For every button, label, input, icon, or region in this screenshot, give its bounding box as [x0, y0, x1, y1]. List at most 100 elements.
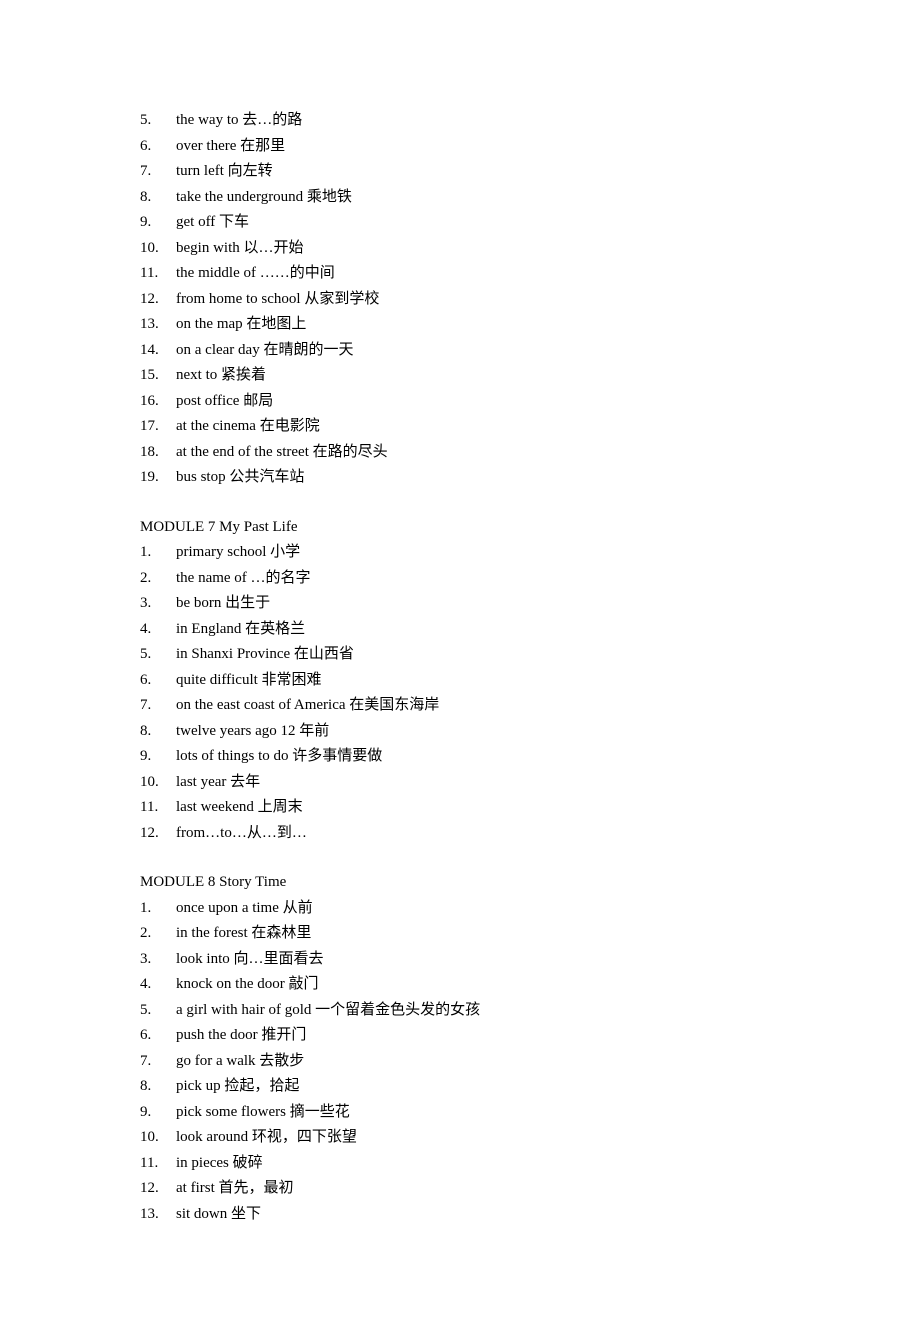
item-number: 13. [140, 312, 176, 338]
list-item: 7.turn left 向左转 [140, 159, 780, 185]
item-text: get off 下车 [176, 210, 780, 236]
list-item: 11.the middle of ……的中间 [140, 261, 780, 287]
item-text: on the map 在地图上 [176, 312, 780, 338]
item-number: 10. [140, 1125, 176, 1151]
item-number: 7. [140, 1049, 176, 1075]
item-text: in England 在英格兰 [176, 617, 780, 643]
item-number: 3. [140, 591, 176, 617]
list-item: 10.begin with 以…开始 [140, 236, 780, 262]
list-item: 18.at the end of the street 在路的尽头 [140, 440, 780, 466]
item-text: bus stop 公共汽车站 [176, 465, 780, 491]
list-item: 2.the name of …的名字 [140, 566, 780, 592]
item-number: 19. [140, 465, 176, 491]
list-item: 5.in Shanxi Province 在山西省 [140, 642, 780, 668]
list-item: 8.take the underground 乘地铁 [140, 185, 780, 211]
list-item: 9.pick some flowers 摘一些花 [140, 1100, 780, 1126]
item-number: 2. [140, 566, 176, 592]
item-text: on the east coast of America 在美国东海岸 [176, 693, 780, 719]
item-text: the name of …的名字 [176, 566, 780, 592]
item-text: look into 向…里面看去 [176, 947, 780, 973]
item-number: 16. [140, 389, 176, 415]
item-number: 5. [140, 642, 176, 668]
item-text: at the cinema 在电影院 [176, 414, 780, 440]
list-item: 10.look around 环视，四下张望 [140, 1125, 780, 1151]
item-text: knock on the door 敲门 [176, 972, 780, 998]
list-item: 2.in the forest 在森林里 [140, 921, 780, 947]
item-text: in Shanxi Province 在山西省 [176, 642, 780, 668]
item-number: 6. [140, 134, 176, 160]
list-item: 16.post office 邮局 [140, 389, 780, 415]
list-item: 5.the way to 去…的路 [140, 108, 780, 134]
item-number: 12. [140, 1176, 176, 1202]
item-number: 17. [140, 414, 176, 440]
item-number: 4. [140, 972, 176, 998]
item-number: 12. [140, 821, 176, 847]
item-text: primary school 小学 [176, 540, 780, 566]
list-item: 17.at the cinema 在电影院 [140, 414, 780, 440]
item-number: 9. [140, 1100, 176, 1126]
item-text: on a clear day 在晴朗的一天 [176, 338, 780, 364]
module-title: MODULE 8 Story Time [140, 870, 780, 896]
list-item: 4.in England 在英格兰 [140, 617, 780, 643]
item-text: pick some flowers 摘一些花 [176, 1100, 780, 1126]
list-item: 1.primary school 小学 [140, 540, 780, 566]
list-item: 4.knock on the door 敲门 [140, 972, 780, 998]
list-item: 3.be born 出生于 [140, 591, 780, 617]
item-number: 6. [140, 1023, 176, 1049]
item-number: 1. [140, 896, 176, 922]
item-number: 5. [140, 108, 176, 134]
list-item: 6.push the door 推开门 [140, 1023, 780, 1049]
item-text: look around 环视，四下张望 [176, 1125, 780, 1151]
list-item: 11.last weekend 上周末 [140, 795, 780, 821]
module-title: MODULE 7 My Past Life [140, 515, 780, 541]
item-text: go for a walk 去散步 [176, 1049, 780, 1075]
list-item: 9.get off 下车 [140, 210, 780, 236]
item-number: 5. [140, 998, 176, 1024]
list-item: 8.pick up 捡起，拾起 [140, 1074, 780, 1100]
list-item: 13.sit down 坐下 [140, 1202, 780, 1228]
list-item: 5.a girl with hair of gold 一个留着金色头发的女孩 [140, 998, 780, 1024]
list-item: 15.next to 紧挨着 [140, 363, 780, 389]
item-number: 11. [140, 795, 176, 821]
item-text: the way to 去…的路 [176, 108, 780, 134]
item-text: take the underground 乘地铁 [176, 185, 780, 211]
list-item: 3.look into 向…里面看去 [140, 947, 780, 973]
item-number: 15. [140, 363, 176, 389]
document-page: 5.the way to 去…的路6.over there 在那里7.turn … [0, 0, 920, 1327]
item-number: 9. [140, 744, 176, 770]
list-item: 6.over there 在那里 [140, 134, 780, 160]
item-number: 3. [140, 947, 176, 973]
item-text: the middle of ……的中间 [176, 261, 780, 287]
item-text: once upon a time 从前 [176, 896, 780, 922]
list-item: 19.bus stop 公共汽车站 [140, 465, 780, 491]
item-text: be born 出生于 [176, 591, 780, 617]
item-text: in pieces 破碎 [176, 1151, 780, 1177]
item-number: 8. [140, 185, 176, 211]
item-text: sit down 坐下 [176, 1202, 780, 1228]
item-number: 1. [140, 540, 176, 566]
item-text: in the forest 在森林里 [176, 921, 780, 947]
item-text: last year 去年 [176, 770, 780, 796]
item-text: a girl with hair of gold 一个留着金色头发的女孩 [176, 998, 780, 1024]
list-item: 7.on the east coast of America 在美国东海岸 [140, 693, 780, 719]
item-number: 7. [140, 159, 176, 185]
item-number: 8. [140, 719, 176, 745]
item-number: 2. [140, 921, 176, 947]
list-item: 12.from home to school 从家到学校 [140, 287, 780, 313]
item-text: lots of things to do 许多事情要做 [176, 744, 780, 770]
item-number: 10. [140, 236, 176, 262]
item-number: 8. [140, 1074, 176, 1100]
item-text: at first 首先，最初 [176, 1176, 780, 1202]
item-text: over there 在那里 [176, 134, 780, 160]
item-number: 7. [140, 693, 176, 719]
item-text: at the end of the street 在路的尽头 [176, 440, 780, 466]
list-item: 6.quite difficult 非常困难 [140, 668, 780, 694]
item-text: last weekend 上周末 [176, 795, 780, 821]
item-text: pick up 捡起，拾起 [176, 1074, 780, 1100]
item-text: begin with 以…开始 [176, 236, 780, 262]
item-number: 11. [140, 261, 176, 287]
item-text: from home to school 从家到学校 [176, 287, 780, 313]
item-text: from…to…从…到… [176, 821, 780, 847]
list-item: 9.lots of things to do 许多事情要做 [140, 744, 780, 770]
list-item: 13.on the map 在地图上 [140, 312, 780, 338]
